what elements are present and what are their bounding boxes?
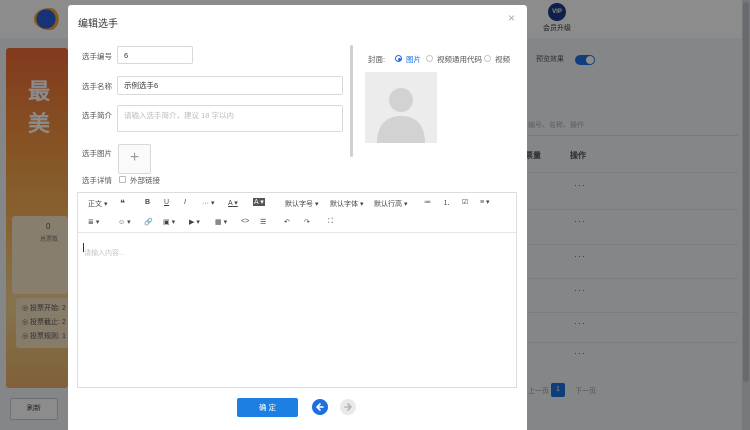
video-dropdown[interactable]: ▶ ▾ <box>189 218 200 226</box>
name-input[interactable] <box>117 76 343 95</box>
fullscreen-icon[interactable]: ⛶ <box>328 218 333 226</box>
line-height-dropdown[interactable]: 默认行高 ▾ <box>374 199 407 209</box>
redo-icon[interactable]: ↷ <box>304 218 310 226</box>
code-icon[interactable]: <> <box>241 218 249 225</box>
confirm-button[interactable]: 确 定 <box>237 398 298 417</box>
emoji-dropdown[interactable]: ☺ ▾ <box>118 218 131 226</box>
more-styles-dropdown[interactable]: ··· ▾ <box>202 199 214 207</box>
cover-option-video[interactable]: 视频 <box>495 54 510 65</box>
cover-radio-code[interactable] <box>426 55 433 62</box>
bold-icon[interactable]: B <box>145 199 150 206</box>
align-dropdown[interactable]: ≡ ▾ <box>480 198 490 206</box>
modal-title: 编辑选手 <box>78 19 118 30</box>
number-label: 选手编号 <box>82 52 112 61</box>
bulleted-list-icon[interactable]: ≔ <box>424 198 431 206</box>
editor-placeholder: 请输入内容... <box>84 250 125 257</box>
editor-content-area[interactable]: 请输入内容... <box>78 234 516 387</box>
arrow-right-icon <box>344 403 352 411</box>
detail-label: 选手详情 <box>82 176 112 185</box>
number-input[interactable] <box>117 46 193 64</box>
numbered-list-icon[interactable]: ⒈ <box>443 198 450 208</box>
arrow-left-icon <box>316 403 324 411</box>
next-player-button[interactable] <box>340 399 356 415</box>
quote-icon[interactable]: ❝ <box>120 198 125 209</box>
table-dropdown[interactable]: ▦ ▾ <box>215 218 227 226</box>
cover-radio-video[interactable] <box>484 55 491 62</box>
cover-option-code[interactable]: 视频通用代码 <box>437 54 482 65</box>
image-upload-button[interactable]: + <box>118 144 151 174</box>
cover-option-image[interactable]: 图片 <box>406 54 421 65</box>
external-link-label: 外部链接 <box>130 176 160 185</box>
cover-radio-image[interactable] <box>395 55 402 62</box>
underline-icon[interactable]: U <box>164 199 169 206</box>
close-icon[interactable]: × <box>508 11 515 25</box>
image-label: 选手图片 <box>82 149 112 158</box>
divider-icon[interactable]: ☰ <box>260 218 266 226</box>
indent-dropdown[interactable]: ≣ ▾ <box>88 218 99 226</box>
italic-icon[interactable]: I <box>184 199 186 206</box>
avatar-placeholder-icon <box>377 88 425 143</box>
intro-textarea[interactable] <box>117 105 343 132</box>
cover-label: 封面: <box>368 55 386 64</box>
background-color-dropdown[interactable]: A ▾ <box>253 198 265 206</box>
name-label: 选手名称 <box>82 82 112 91</box>
previous-player-button[interactable] <box>312 399 328 415</box>
intro-label: 选手简介 <box>82 111 112 120</box>
paragraph-format-dropdown[interactable]: 正文 ▾ <box>88 199 107 209</box>
image-dropdown[interactable]: ▣ ▾ <box>163 218 175 226</box>
edit-player-modal: 编辑选手 × 选手编号 选手名称 选手简介 选手图片 + 选手详情 外部链接 封… <box>68 5 527 430</box>
form-scrollbar[interactable] <box>350 45 353 157</box>
font-size-dropdown[interactable]: 默认字号 ▾ <box>285 199 318 209</box>
font-color-dropdown[interactable]: A ▾ <box>228 199 238 207</box>
editor-toolbar: 正文 ▾ ❝ B U I ··· ▾ A ▾ A ▾ 默认字号 ▾ 默认字体 ▾… <box>78 193 516 233</box>
cover-image-placeholder[interactable] <box>365 72 437 143</box>
link-icon[interactable]: 🔗 <box>144 218 153 226</box>
font-family-dropdown[interactable]: 默认字体 ▾ <box>330 199 363 209</box>
external-link-checkbox[interactable] <box>119 176 126 183</box>
undo-icon[interactable]: ↶ <box>284 218 290 226</box>
todo-list-icon[interactable]: ☑ <box>462 198 468 206</box>
rich-text-editor: 正文 ▾ ❝ B U I ··· ▾ A ▾ A ▾ 默认字号 ▾ 默认字体 ▾… <box>77 192 517 388</box>
